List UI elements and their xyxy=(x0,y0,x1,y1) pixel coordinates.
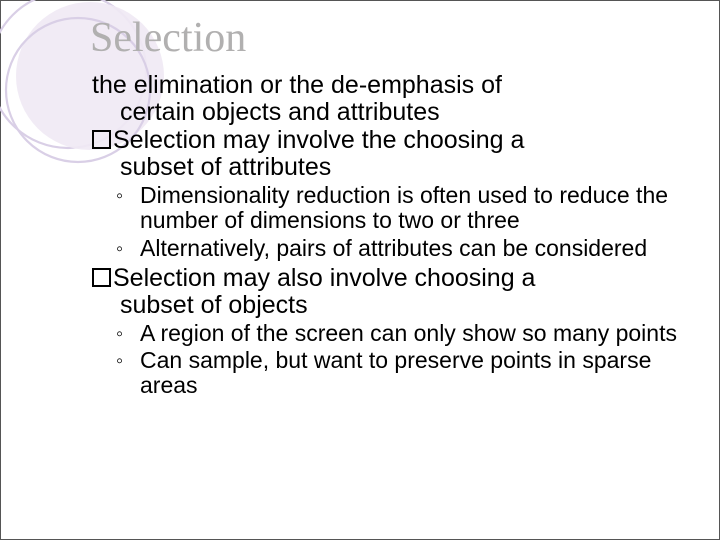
list-item: ◦ Can sample, but want to preserve point… xyxy=(116,348,696,399)
hollow-bullet-icon: ◦ xyxy=(116,321,140,346)
sub-list-a: ◦ Dimensionality reduction is often used… xyxy=(116,183,696,261)
slide-body: the elimination or the de-emphasis of ce… xyxy=(92,72,696,403)
point-2-line-1: Selection may also involve choosing a xyxy=(113,264,535,292)
sub-item-text: Dimensionality reduction is often used t… xyxy=(140,183,696,234)
list-item: ◦ Dimensionality reduction is often used… xyxy=(116,183,696,234)
intro-text: the elimination or the de-emphasis of ce… xyxy=(92,72,696,126)
sub-item-text: A region of the screen can only show so … xyxy=(140,321,696,346)
point-2: Selection may also involve choosing a su… xyxy=(92,265,696,319)
sub-item-text: Alternatively, pairs of attributes can b… xyxy=(140,236,696,261)
list-item: ◦ A region of the screen can only show s… xyxy=(116,321,696,346)
intro-line-1: the elimination or the de-emphasis of xyxy=(92,71,502,99)
sub-item-text: Can sample, but want to preserve points … xyxy=(140,348,696,399)
square-bullet-icon xyxy=(92,268,111,287)
hollow-bullet-icon: ◦ xyxy=(116,348,140,399)
intro-line-2: certain objects and attributes xyxy=(92,99,696,126)
sub-list-b: ◦ A region of the screen can only show s… xyxy=(116,321,696,399)
list-item: ◦ Alternatively, pairs of attributes can… xyxy=(116,236,696,261)
slide-title: Selection xyxy=(90,14,246,62)
point-1-line-1: Selection may involve the choosing a xyxy=(113,126,524,154)
square-bullet-icon xyxy=(92,130,111,149)
point-1-line-2: subset of attributes xyxy=(122,154,696,181)
point-1: Selection may involve the choosing a sub… xyxy=(92,127,696,181)
hollow-bullet-icon: ◦ xyxy=(116,236,140,261)
point-2-line-2: subset of objects xyxy=(122,292,696,319)
hollow-bullet-icon: ◦ xyxy=(116,183,140,234)
